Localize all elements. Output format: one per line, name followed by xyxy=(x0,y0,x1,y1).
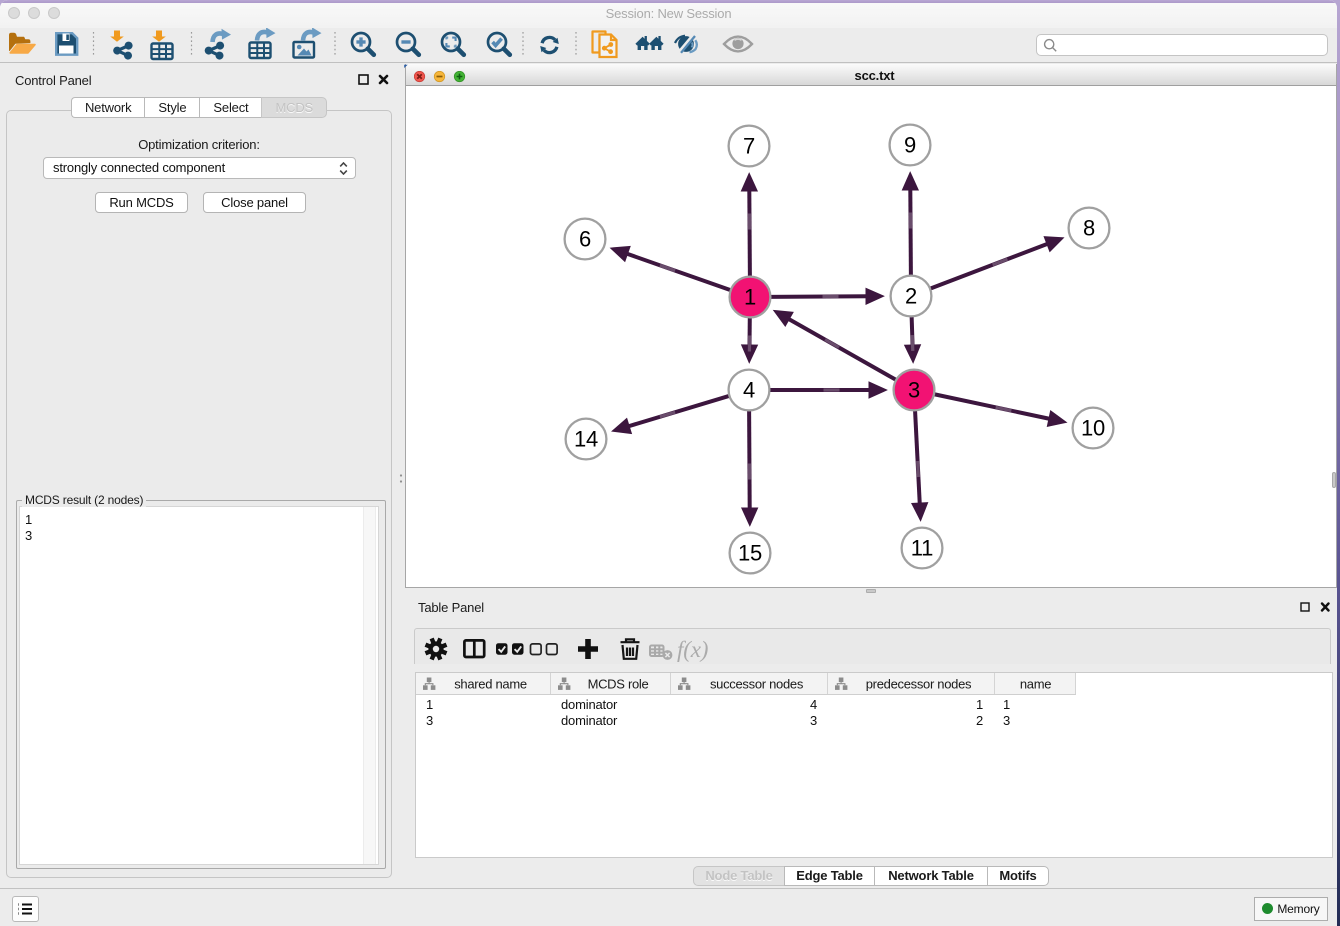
svg-text:14: 14 xyxy=(574,427,598,452)
svg-text:successor nodes: successor nodes xyxy=(710,677,804,692)
svg-text:shared name: shared name xyxy=(454,677,527,692)
svg-text:2: 2 xyxy=(905,284,917,309)
svg-text:7: 7 xyxy=(743,134,755,159)
svg-text:15: 15 xyxy=(738,541,762,566)
svg-text:f(x): f(x) xyxy=(677,637,708,662)
svg-text:4: 4 xyxy=(743,378,755,403)
svg-text:8: 8 xyxy=(1083,216,1095,241)
svg-text:6: 6 xyxy=(579,227,591,252)
svg-text:9: 9 xyxy=(904,133,916,158)
svg-text:3: 3 xyxy=(908,378,920,403)
svg-text:1: 1 xyxy=(744,285,756,310)
svg-text:MCDS role: MCDS role xyxy=(588,677,649,692)
svg-text:11: 11 xyxy=(911,536,933,561)
svg-text:predecessor nodes: predecessor nodes xyxy=(866,677,972,692)
svg-text:name: name xyxy=(1020,677,1051,692)
svg-text:10: 10 xyxy=(1081,416,1105,441)
